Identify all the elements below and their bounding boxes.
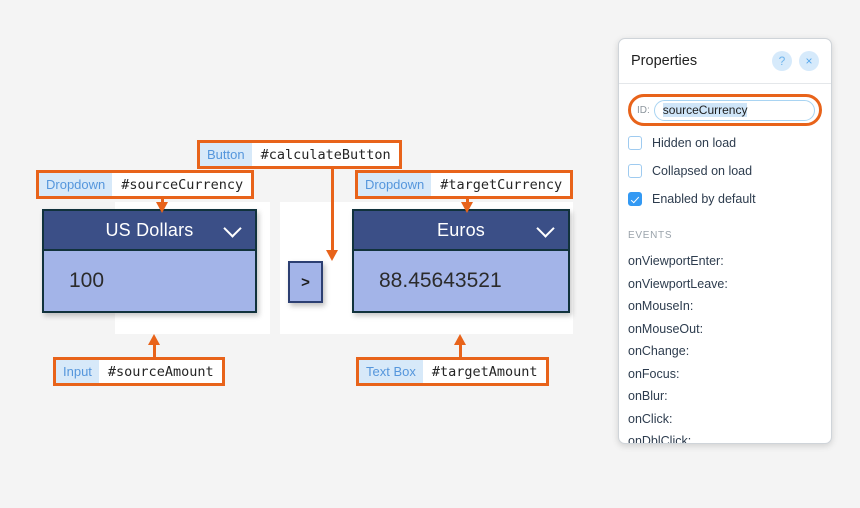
chevron-down-icon <box>223 219 242 238</box>
checkbox-label: Collapsed on load <box>652 164 753 178</box>
canvas-column-divider <box>270 202 280 334</box>
checkbox-hidden-on-load[interactable] <box>628 136 642 150</box>
id-field-highlight: ID: sourceCurrency <box>628 94 822 126</box>
annotation-tag-target-amount[interactable]: Text Box #targetAmount <box>356 357 549 386</box>
calculate-button[interactable]: > <box>288 261 323 303</box>
close-icon[interactable]: × <box>799 51 819 71</box>
annotation-id-label: #sourceAmount <box>107 363 214 380</box>
checkbox-collapsed-on-load[interactable] <box>628 164 642 178</box>
source-currency-dropdown[interactable]: US Dollars <box>42 209 257 251</box>
event-row[interactable]: onFocus: <box>619 363 831 386</box>
annotation-tag-target-currency[interactable]: Dropdown #targetCurrency <box>355 170 574 199</box>
annotation-tag-source-currency[interactable]: Dropdown #sourceCurrency <box>36 170 255 199</box>
annotation-type-label: Dropdown <box>358 173 432 196</box>
checkbox-row-hidden-on-load[interactable]: Hidden on load <box>619 132 831 154</box>
event-row[interactable]: onViewportLeave: <box>619 273 831 296</box>
source-amount-value: 100 <box>69 269 105 292</box>
help-icon[interactable]: ? <box>772 51 792 71</box>
events-section-heading: EVENTS <box>628 230 673 241</box>
panel-title: Properties <box>631 53 698 69</box>
source-amount-input[interactable]: 100 <box>42 251 257 313</box>
annotation-type-label: Input <box>56 360 99 383</box>
checkbox-row-enabled-by-default[interactable]: Enabled by default <box>619 188 831 210</box>
properties-panel-header: Properties ? × <box>619 39 831 84</box>
event-row[interactable]: onBlur: <box>619 385 831 408</box>
id-input-value: sourceCurrency <box>662 103 748 117</box>
event-row[interactable]: onMouseOut: <box>619 318 831 341</box>
annotation-id-label: #calculateButton <box>260 146 391 163</box>
target-currency-dropdown-label: Euros <box>436 219 486 240</box>
source-currency-dropdown-label: US Dollars <box>105 219 194 240</box>
event-row[interactable]: onMouseIn: <box>619 295 831 318</box>
event-row[interactable]: onViewportEnter: <box>619 250 831 273</box>
target-amount-textbox[interactable]: 88.45643521 <box>352 251 570 313</box>
event-row[interactable]: onChange: <box>619 340 831 363</box>
chevron-down-icon <box>536 219 555 238</box>
event-row[interactable]: onDblClick: <box>619 430 831 443</box>
target-currency-dropdown[interactable]: Euros <box>352 209 570 251</box>
source-currency-widget[interactable]: US Dollars 100 <box>42 209 257 313</box>
id-input[interactable]: sourceCurrency <box>653 99 815 121</box>
checkbox-row-collapsed-on-load[interactable]: Collapsed on load <box>619 160 831 182</box>
annotation-tag-source-amount[interactable]: Input #sourceAmount <box>53 357 225 386</box>
event-row[interactable]: onClick: <box>619 408 831 431</box>
target-currency-widget[interactable]: Euros 88.45643521 <box>352 209 570 313</box>
annotation-id-label: #targetAmount <box>431 363 538 380</box>
id-field-label: ID: <box>637 104 650 116</box>
checkbox-label: Hidden on load <box>652 136 737 150</box>
calculate-button-label: > <box>301 273 310 291</box>
checkbox-enabled-by-default[interactable] <box>628 192 642 206</box>
annotation-type-label: Dropdown <box>39 173 113 196</box>
annotation-type-label: Text Box <box>359 360 423 383</box>
target-amount-value: 88.45643521 <box>379 269 502 292</box>
annotation-type-label: Button <box>200 143 252 166</box>
annotation-tag-calculate-button[interactable]: Button #calculateButton <box>197 140 402 169</box>
properties-panel: Properties ? × ID: sourceCurrency Hidden… <box>618 38 832 444</box>
annotation-id-label: #sourceCurrency <box>121 176 244 193</box>
annotation-id-label: #targetCurrency <box>440 176 563 193</box>
checkbox-label: Enabled by default <box>652 192 756 206</box>
